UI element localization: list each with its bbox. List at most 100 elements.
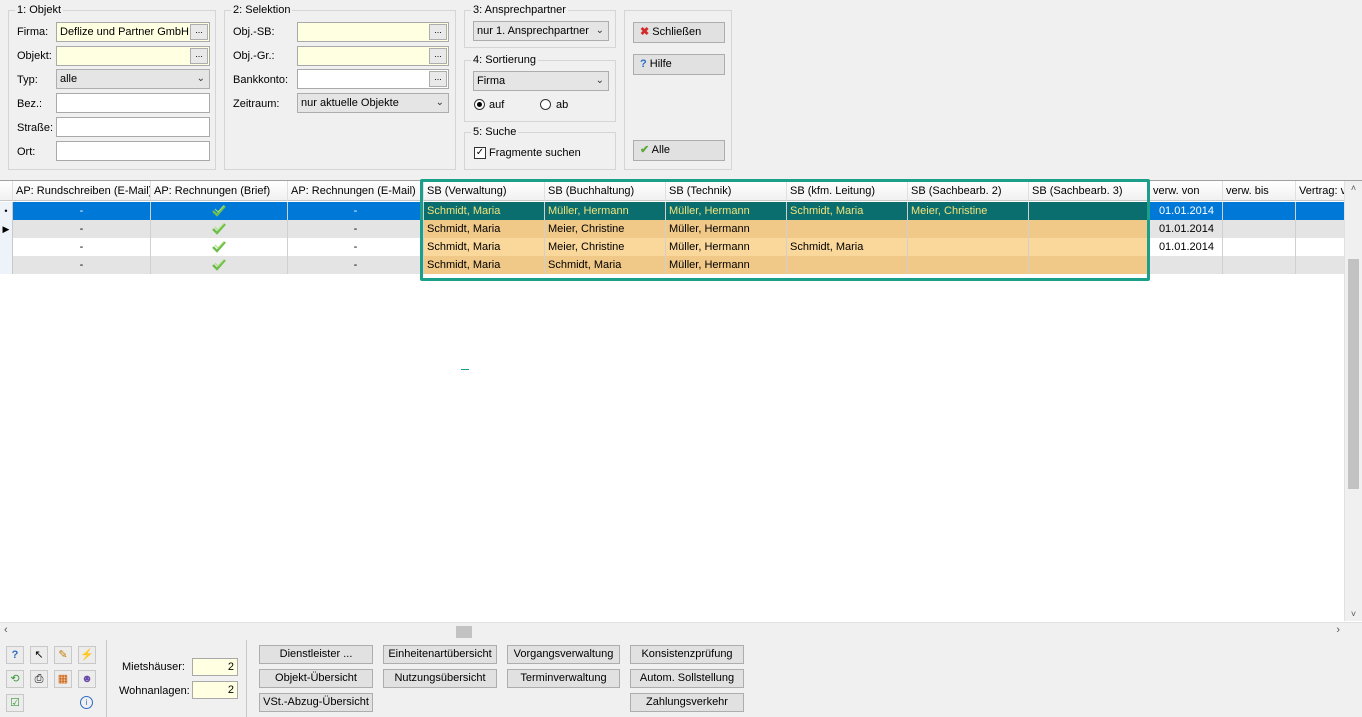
objgr-browse-button[interactable]: ...	[429, 48, 447, 64]
row-indicator[interactable]	[0, 256, 13, 274]
sortierung-select[interactable]: Firma ⌄	[473, 71, 609, 91]
column-header[interactable]: SB (Buchhaltung)	[545, 181, 666, 201]
table-cell[interactable]	[1029, 220, 1150, 238]
vorgangsverwaltung-button[interactable]: Vorgangsverwaltung	[507, 645, 620, 664]
table-cell[interactable]	[1029, 202, 1150, 220]
scroll-up-icon[interactable]: ˄	[1345, 183, 1362, 193]
autom-sollstellung-button[interactable]: Autom. Sollstellung	[630, 669, 744, 688]
table-cell[interactable]: Schmidt, Maria	[424, 220, 545, 238]
refresh-icon[interactable]: ⟲	[6, 670, 24, 688]
table-cell[interactable]	[908, 220, 1029, 238]
table-cell[interactable]: Schmidt, Maria	[424, 202, 545, 220]
column-header[interactable]: AP: Rechnungen (Brief)	[151, 181, 288, 201]
lightning-icon[interactable]: ⚡	[78, 646, 96, 664]
table-cell[interactable]: 01.01.2014	[1150, 238, 1223, 256]
objsb-field[interactable]: ...	[297, 22, 449, 42]
data-grid[interactable]: AP: Rundschreiben (E-Mail) AP: Rechnungen…	[0, 179, 1362, 641]
table-cell[interactable]: Müller, Hermann	[666, 220, 787, 238]
table-cell[interactable]: Meier, Christine	[545, 220, 666, 238]
table-cell[interactable]	[1223, 238, 1296, 256]
firma-field[interactable]: Deflize und Partner GmbH ...	[56, 22, 210, 42]
table-cell[interactable]: Schmidt, Maria	[545, 256, 666, 274]
ansprechpartner-select[interactable]: nur 1. Ansprechpartner ⌄	[473, 21, 609, 41]
table-cell[interactable]	[151, 238, 288, 256]
column-header[interactable]: AP: Rundschreiben (E-Mail)	[13, 181, 151, 201]
schliessen-button[interactable]: ✖ Schließen	[633, 22, 725, 43]
users-icon[interactable]: ☻	[78, 670, 96, 688]
bez-input[interactable]	[56, 93, 210, 113]
table-cell[interactable]: 01.01.2014	[1150, 202, 1223, 220]
table-cell[interactable]: Meier, Christine	[545, 238, 666, 256]
radio-auf[interactable]	[474, 99, 485, 110]
h-scroll-thumb[interactable]	[456, 626, 472, 638]
radio-ab[interactable]	[540, 99, 551, 110]
pointer-icon[interactable]: ↖	[30, 646, 48, 664]
info-icon[interactable]: i	[80, 696, 93, 709]
bankkonto-field[interactable]: ...	[297, 69, 449, 89]
objekt-browse-button[interactable]: ...	[190, 48, 208, 64]
ort-input[interactable]	[56, 141, 210, 161]
terminverwaltung-button[interactable]: Terminverwaltung	[507, 669, 620, 688]
scroll-left-icon[interactable]: ‹	[4, 624, 8, 636]
konsistenzpruefung-button[interactable]: Konsistenzprüfung	[630, 645, 744, 664]
alle-button[interactable]: ✔ Alle	[633, 140, 725, 161]
vst-abzug-button[interactable]: VSt.-Abzug-Übersicht	[259, 693, 373, 712]
table-cell[interactable]: -	[13, 202, 151, 220]
table-cell[interactable]: Müller, Hermann	[666, 202, 787, 220]
column-header[interactable]: AP: Rechnungen (E-Mail)	[288, 181, 424, 201]
table-cell[interactable]: -	[288, 220, 424, 238]
table-cell[interactable]: -	[288, 256, 424, 274]
objekt-field[interactable]: ...	[56, 46, 210, 66]
table-cell[interactable]: Meier, Christine	[908, 202, 1029, 220]
help-icon[interactable]: ?	[6, 646, 24, 664]
table-cell[interactable]: -	[288, 202, 424, 220]
column-header[interactable]: SB (Sachbearb. 3)	[1029, 181, 1150, 201]
horizontal-scrollbar[interactable]: ‹ ›	[0, 622, 1362, 641]
table-cell[interactable]: 01.01.2014	[1150, 220, 1223, 238]
table-cell[interactable]	[908, 238, 1029, 256]
grid-icon[interactable]: ▦	[54, 670, 72, 688]
table-cell[interactable]	[151, 220, 288, 238]
objekt-uebersicht-button[interactable]: Objekt-Übersicht	[259, 669, 373, 688]
bankkonto-browse-button[interactable]: ...	[429, 71, 447, 87]
table-cell[interactable]	[151, 202, 288, 220]
column-header[interactable]: SB (kfm. Leitung)	[787, 181, 908, 201]
table-cell[interactable]	[151, 256, 288, 274]
table-cell[interactable]: Schmidt, Maria	[787, 238, 908, 256]
column-header[interactable]: verw. bis	[1223, 181, 1296, 201]
table-cell[interactable]: Schmidt, Maria	[424, 256, 545, 274]
table-cell[interactable]: -	[13, 238, 151, 256]
fragmente-checkbox[interactable]: ✓	[474, 147, 486, 159]
table-cell[interactable]: Müller, Hermann	[666, 238, 787, 256]
table-cell[interactable]	[787, 220, 908, 238]
print-icon[interactable]: ⎙	[30, 670, 48, 688]
scroll-right-icon[interactable]: ›	[1336, 624, 1340, 636]
table-cell[interactable]: Müller, Hermann	[666, 256, 787, 274]
table-cell[interactable]	[787, 256, 908, 274]
table-cell[interactable]: Schmidt, Maria	[424, 238, 545, 256]
table-cell[interactable]: -	[13, 220, 151, 238]
table-cell[interactable]	[1223, 220, 1296, 238]
nutzungsuebersicht-button[interactable]: Nutzungsübersicht	[383, 669, 497, 688]
table-cell[interactable]: Müller, Hermann	[545, 202, 666, 220]
scroll-down-icon[interactable]: ˅	[1345, 609, 1362, 619]
strasse-input[interactable]	[56, 117, 210, 137]
table-cell[interactable]	[1029, 256, 1150, 274]
column-header[interactable]: SB (Sachbearb. 2)	[908, 181, 1029, 201]
firma-browse-button[interactable]: ...	[190, 24, 208, 40]
checkbox-icon[interactable]: ☑	[6, 694, 24, 712]
hilfe-button[interactable]: ? Hilfe	[633, 54, 725, 75]
row-indicator[interactable]	[0, 238, 13, 256]
objgr-field[interactable]: ...	[297, 46, 449, 66]
table-cell[interactable]	[1029, 238, 1150, 256]
zeitraum-select[interactable]: nur aktuelle Objekte ⌄	[297, 93, 449, 113]
table-cell[interactable]	[1223, 256, 1296, 274]
scroll-thumb[interactable]	[1348, 259, 1359, 489]
zahlungsverkehr-button[interactable]: Zahlungsverkehr	[630, 693, 744, 712]
column-header[interactable]: verw. von	[1150, 181, 1223, 201]
table-cell[interactable]: Schmidt, Maria	[787, 202, 908, 220]
column-header[interactable]: SB (Technik)	[666, 181, 787, 201]
table-cell[interactable]	[1150, 256, 1223, 274]
column-header[interactable]: SB (Verwaltung)	[424, 181, 545, 201]
objsb-browse-button[interactable]: ...	[429, 24, 447, 40]
